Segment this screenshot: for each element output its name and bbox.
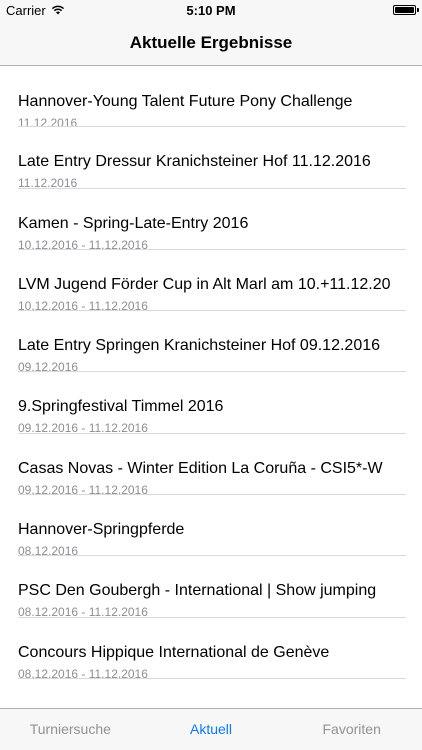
- item-date: 09.12.2016 - 11.12.2016: [18, 421, 148, 434]
- battery-icon: [393, 5, 419, 15]
- tab-favoriten[interactable]: Favoriten: [281, 709, 422, 750]
- item-date: 08.12.2016 - 11.12.2016: [18, 666, 148, 679]
- page-title: Aktuelle Ergebnisse: [129, 33, 293, 52]
- list-item[interactable]: Concours Hippique International de Genèv…: [0, 618, 422, 679]
- status-bar: Carrier 5:10 PM: [0, 0, 422, 22]
- item-date: 10.12.2016 - 11.12.2016: [18, 298, 148, 312]
- tab-bar: Turniersuche Aktuell Favoriten: [0, 708, 422, 750]
- item-title: Kamen - Spring-Late-Entry 2016: [18, 214, 249, 232]
- list-item[interactable]: Casas Novas - Winter Edition La Coruña -…: [0, 434, 422, 496]
- item-title: Late Entry Dressur Kranichsteiner Hof 11…: [18, 153, 371, 171]
- item-title: Hannover-Young Talent Future Pony Challe…: [18, 93, 353, 110]
- list-item[interactable]: Late Entry Springen Kranichsteiner Hof 0…: [0, 311, 422, 373]
- item-title: Hannover-Springpferde: [18, 521, 185, 539]
- item-date: 08.12.2016 - 11.12.2016: [18, 605, 148, 618]
- navigation-bar: Aktuelle Ergebnisse: [0, 22, 422, 66]
- item-date: 09.12.2016: [18, 360, 79, 373]
- list-item[interactable]: PSC Den Goubergh - International | Show …: [0, 556, 422, 618]
- item-title: 9.Springfestival Timmel 2016: [18, 398, 224, 416]
- results-list[interactable]: Hannover-Young Talent Future Pony Challe…: [0, 66, 422, 708]
- item-title: Casas Novas - Winter Edition La Coruña -…: [18, 459, 383, 477]
- list-item[interactable]: LVM Jugend Förder Cup in Alt Marl am 10.…: [0, 250, 422, 312]
- item-date: 10.12.2016 - 11.12.2016: [18, 237, 148, 250]
- list-item[interactable]: [0, 679, 422, 708]
- item-date: 08.12.2016: [18, 544, 79, 557]
- list-item[interactable]: 9.Springfestival Timmel 2016 09.12.2016 …: [0, 372, 422, 434]
- item-title: Late Entry Springen Kranichsteiner Hof 0…: [18, 337, 381, 355]
- item-date: 11.12.2016: [18, 176, 78, 189]
- item-title: PSC Den Goubergh - International | Show …: [18, 582, 377, 600]
- list-item[interactable]: Hannover-Springpferde 08.12.2016: [0, 495, 422, 557]
- list-item[interactable]: Hannover-Young Talent Future Pony Challe…: [0, 66, 422, 128]
- status-right: [393, 5, 419, 15]
- list-item[interactable]: Kamen - Spring-Late-Entry 2016 10.12.201…: [0, 189, 422, 250]
- list-item[interactable]: Late Entry Dressur Kranichsteiner Hof 11…: [0, 127, 422, 189]
- app-screen: Carrier 5:10 PM Aktuelle Ergebnisse Hann…: [0, 0, 422, 750]
- status-time: 5:10 PM: [186, 3, 236, 18]
- item-date: 11.12.2016: [18, 116, 78, 128]
- item-title: LVM Jugend Förder Cup in Alt Marl am 10.…: [18, 275, 390, 293]
- item-title: Concours Hippique International de Genèv…: [18, 643, 330, 661]
- item-date: 09.12.2016 - 11.12.2016: [18, 482, 148, 496]
- tab-turniersuche[interactable]: Turniersuche: [0, 709, 141, 750]
- tab-aktuell[interactable]: Aktuell: [141, 709, 282, 750]
